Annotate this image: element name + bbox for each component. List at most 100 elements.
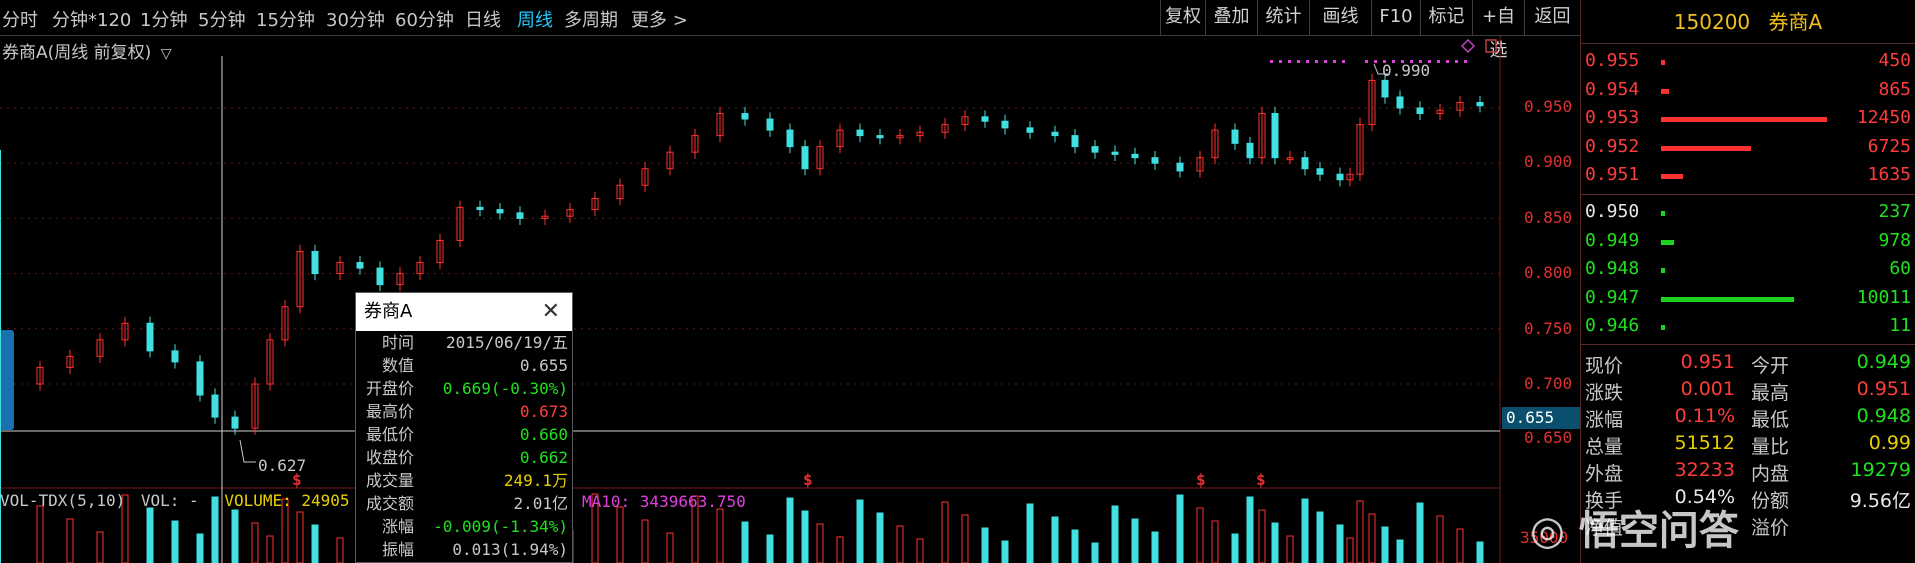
popup-row-label: 数值 (381, 356, 414, 375)
ask-book: 0.955 450 0.954 865 0.953 12450 0.952 6725 0.951… (1581, 44, 1915, 195)
price-axis-label: 0.750 (1524, 319, 1573, 338)
bid-row[interactable]: 0.950 237 (1581, 199, 1915, 228)
popup-row-value: 249.1万 (503, 471, 568, 490)
stat-label: 涨幅 (1585, 409, 1624, 431)
ask-row[interactable]: 0.953 12450 (1581, 105, 1915, 134)
volume-bar (1381, 526, 1389, 563)
volume-bar (1211, 520, 1219, 563)
candle-body (1301, 157, 1309, 170)
popup-row: 时间 2015/06/19/五 (356, 331, 572, 354)
period-daily[interactable]: 日线 (465, 6, 501, 32)
chart-title[interactable]: 券商A(周线 前复权) ▽ (2, 38, 172, 63)
period-weekly[interactable]: 周线 (517, 6, 553, 32)
bid-row[interactable]: 0.946 11 (1581, 313, 1915, 342)
bid-row[interactable]: 0.948 60 (1581, 256, 1915, 285)
popup-row: 成交量 249.1万 (356, 469, 572, 492)
candle-body (856, 129, 864, 137)
volume-bar (1131, 518, 1139, 563)
back-button[interactable]: 返回 (1524, 0, 1580, 36)
volume-bar (896, 525, 904, 563)
stat-value: 9.56亿 (1849, 490, 1911, 512)
volume-bar (1286, 535, 1294, 563)
book-price: 0.948 (1585, 258, 1640, 279)
draw-line-button[interactable]: 画线 (1309, 0, 1371, 36)
period-15min[interactable]: 15分钟 (256, 6, 315, 32)
volume-bar (311, 524, 319, 563)
period-30min[interactable]: 30分钟 (326, 6, 385, 32)
period-intraday[interactable]: 分时 (2, 6, 38, 32)
candle-body (1026, 127, 1034, 133)
popup-row-value: 2.01亿 (513, 494, 568, 513)
candle-body (1091, 146, 1099, 153)
ask-row[interactable]: 0.952 6725 (1581, 134, 1915, 163)
book-volume: 6725 (1867, 135, 1911, 157)
volume-bar (1001, 540, 1009, 563)
candlestick-chart[interactable] (0, 36, 1580, 563)
signal-dot (1342, 60, 1345, 63)
toolbar: 分时 分钟*120 1分钟 5分钟 15分钟 30分钟 60分钟 日线 周线 多… (0, 0, 1580, 61)
stat-value: 0.951 (1680, 351, 1735, 373)
candle-body (1246, 142, 1254, 159)
ask-row[interactable]: 0.951 1635 (1581, 162, 1915, 191)
ma10-value: MA10: 3439663.750 (582, 492, 746, 511)
volume-bar (171, 520, 179, 563)
volume-bar (856, 499, 864, 563)
volume-bar (1661, 268, 1665, 273)
overlay-button[interactable]: 叠加 (1205, 0, 1257, 36)
period-60min[interactable]: 60分钟 (395, 6, 454, 32)
bid-row[interactable]: 0.947 10011 (1581, 285, 1915, 314)
volume-bar (1091, 542, 1099, 563)
bid-row[interactable]: 0.949 978 (1581, 228, 1915, 257)
volume-bar (741, 521, 749, 563)
volume-bar (1258, 509, 1266, 563)
book-price: 0.954 (1585, 78, 1640, 100)
stat-label: 溢价 (1751, 517, 1790, 539)
volume-bar (1336, 524, 1344, 563)
candle-body (1271, 113, 1279, 159)
add-watchlist-button[interactable]: +自选 (1472, 0, 1524, 61)
volume-bar (1661, 211, 1665, 216)
candle-body (1131, 153, 1139, 159)
period-1min[interactable]: 1分钟 (140, 6, 187, 32)
vol-indicator-name[interactable]: VOL-TDX(5,10) (0, 491, 125, 510)
ask-row[interactable]: 0.954 865 (1581, 77, 1915, 106)
stat-value: 0.951 (1856, 378, 1911, 400)
candle-body (1151, 157, 1159, 164)
volume-bar (961, 514, 969, 563)
volume-bar (1661, 296, 1794, 302)
f10-button[interactable]: F10 (1371, 0, 1420, 36)
candle-body (981, 116, 989, 122)
volume-bar (1396, 539, 1404, 563)
candle-body (1316, 168, 1324, 175)
period-multi[interactable]: 多周期 (564, 6, 618, 32)
triangle-down-icon[interactable]: ▽ (161, 46, 172, 62)
signal-dot (1437, 60, 1440, 63)
candle-body (801, 146, 809, 170)
period-5min[interactable]: 5分钟 (198, 6, 245, 32)
candle-body (196, 361, 204, 396)
watermark-logo-icon: ◎ (1530, 508, 1565, 554)
statistics-button[interactable]: 统计 (1257, 0, 1309, 36)
restore-rights-button[interactable]: 复权 (1160, 0, 1205, 36)
popup-row-label: 时间 (381, 333, 414, 352)
book-volume: 978 (1878, 229, 1911, 251)
book-volume: 10011 (1856, 286, 1911, 308)
period-120min[interactable]: 分钟*120 (52, 6, 131, 32)
volume-legend: VOL-TDX(5,10) VOL: - VOLUME: 24905 (0, 491, 356, 515)
volume-bar (1661, 325, 1665, 330)
popup-row-label: 成交量 (365, 471, 414, 490)
close-icon[interactable]: ✕ (542, 293, 560, 331)
volume-bar (916, 538, 924, 563)
popup-row: 最低价 0.660 (356, 423, 572, 446)
period-more[interactable]: 更多 > (631, 6, 688, 32)
watermark-text: 悟空问答 (1578, 508, 1739, 554)
candle-body (876, 135, 884, 139)
signal-dot (1374, 60, 1377, 63)
mark-button[interactable]: 标记 (1420, 0, 1472, 36)
popup-row-value: 0.655 (519, 356, 568, 375)
ask-row[interactable]: 0.955 450 (1581, 48, 1915, 77)
stat-label: 今开 (1751, 355, 1790, 377)
signal-dot (1270, 60, 1273, 63)
book-volume: 237 (1878, 201, 1911, 222)
book-volume: 60 (1889, 258, 1911, 279)
